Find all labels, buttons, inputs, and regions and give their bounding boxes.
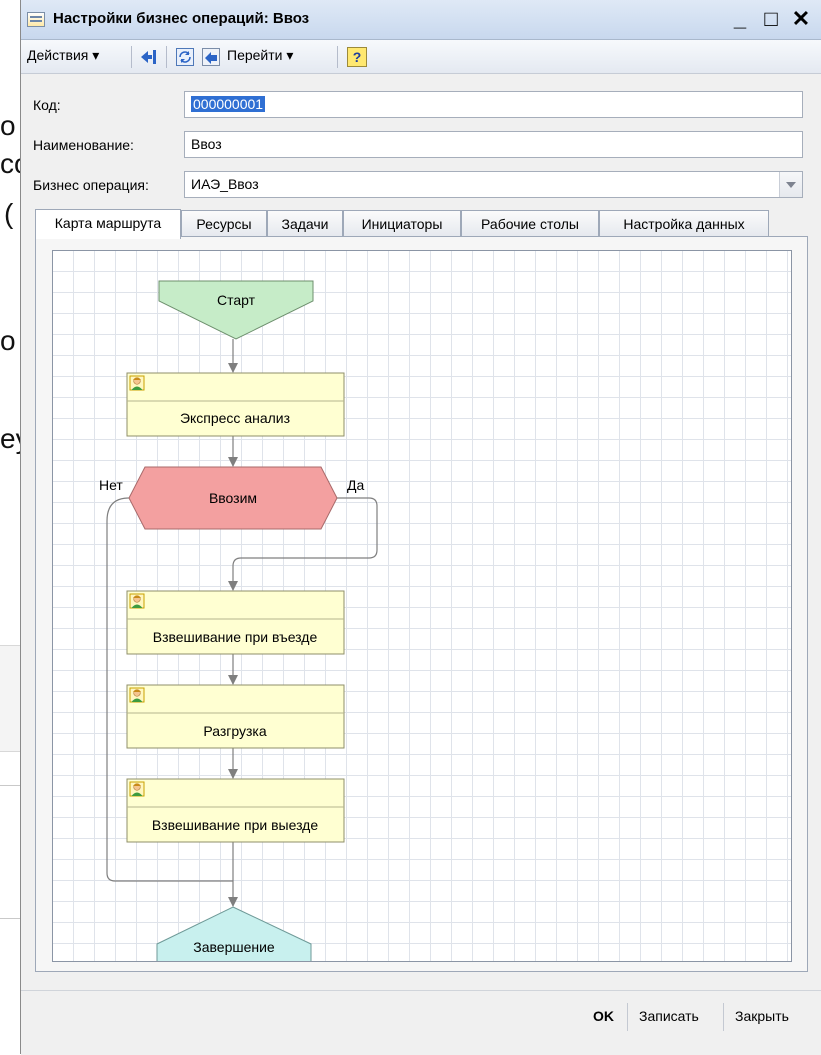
background-text-fragment: o — [0, 325, 16, 356]
tab-desktops[interactable]: Рабочие столы — [461, 210, 599, 237]
footer-separator — [723, 1003, 724, 1031]
toolbar-separator — [166, 46, 167, 68]
form-icon — [27, 12, 45, 27]
task-label: Экспресс анализ — [180, 410, 290, 426]
settings-window: Настройки бизнес операций: Ввоз _ □ ✕ Де… — [20, 0, 821, 1055]
code-label: Код: — [33, 97, 61, 113]
task-node — [126, 372, 345, 437]
window-title: Настройки бизнес операций: Ввоз — [53, 10, 310, 27]
back-arrow-icon[interactable] — [139, 47, 159, 67]
business-operation-label: Бизнес операция: — [33, 177, 149, 193]
refresh-icon[interactable] — [175, 47, 195, 67]
actions-menu-button[interactable]: Действия ▾ — [27, 47, 99, 64]
name-value: Ввоз — [191, 136, 222, 152]
footer-separator — [627, 1003, 628, 1031]
tab-route-map[interactable]: Карта маршрута — [35, 209, 181, 239]
task-label: Взвешивание при въезде — [153, 629, 318, 645]
decision-yes-label: Да — [347, 477, 364, 493]
title-bar[interactable]: Настройки бизнес операций: Ввоз _ □ ✕ — [21, 0, 821, 40]
task-label: Взвешивание при выезде — [152, 817, 319, 833]
maximize-button[interactable]: □ — [758, 5, 784, 33]
user-icon — [129, 781, 145, 797]
code-value: 000000001 — [191, 96, 266, 112]
route-map-diagram: Старт Экспресс анализ Ввозим Нет Да Взве… — [99, 280, 378, 961]
start-label: Старт — [217, 292, 256, 308]
background-divider — [0, 785, 22, 786]
name-field[interactable]: Ввоз — [184, 131, 803, 158]
business-operation-value: ИАЭ_Ввоз — [191, 176, 259, 192]
background-text-fragment: ( — [4, 198, 14, 229]
navigate-icon[interactable] — [201, 47, 221, 67]
user-icon — [129, 375, 145, 391]
toolbar: Действия ▾ Перейти ▾ ? — [21, 40, 821, 74]
end-label: Завершение — [193, 939, 275, 955]
background-panel — [0, 645, 22, 752]
footer-bar: OK Записать Закрыть — [21, 990, 821, 1055]
background-divider — [0, 918, 22, 919]
tab-resources[interactable]: Ресурсы — [181, 210, 267, 237]
close-form-button[interactable]: Закрыть — [735, 1008, 789, 1024]
business-operation-select[interactable]: ИАЭ_Ввоз — [184, 171, 803, 198]
toolbar-separator — [337, 46, 338, 68]
decision-no-label: Нет — [99, 477, 123, 493]
minimize-button[interactable]: _ — [727, 5, 753, 33]
close-button[interactable]: ✕ — [788, 5, 814, 33]
tab-data-settings[interactable]: Настройка данных — [599, 210, 769, 237]
decision-label: Ввозим — [209, 490, 257, 506]
task-label: Разгрузка — [203, 723, 267, 739]
save-button[interactable]: Записать — [639, 1008, 699, 1024]
start-node — [158, 280, 314, 340]
user-icon — [129, 687, 145, 703]
route-map-canvas[interactable]: Старт Экспресс анализ Ввозим Нет Да Взве… — [52, 250, 792, 962]
chevron-down-icon[interactable] — [779, 172, 802, 197]
goto-menu-button[interactable]: Перейти ▾ — [227, 47, 293, 64]
name-label: Наименование: — [33, 137, 134, 153]
ok-button[interactable]: OK — [593, 1008, 614, 1024]
background-text-fragment: o — [0, 110, 16, 141]
code-field[interactable]: 000000001 — [184, 91, 803, 118]
user-icon — [129, 593, 145, 609]
tab-initiators[interactable]: Инициаторы — [343, 210, 461, 237]
help-icon[interactable]: ? — [347, 47, 367, 67]
toolbar-separator — [131, 46, 132, 68]
tab-tasks[interactable]: Задачи — [267, 210, 343, 237]
